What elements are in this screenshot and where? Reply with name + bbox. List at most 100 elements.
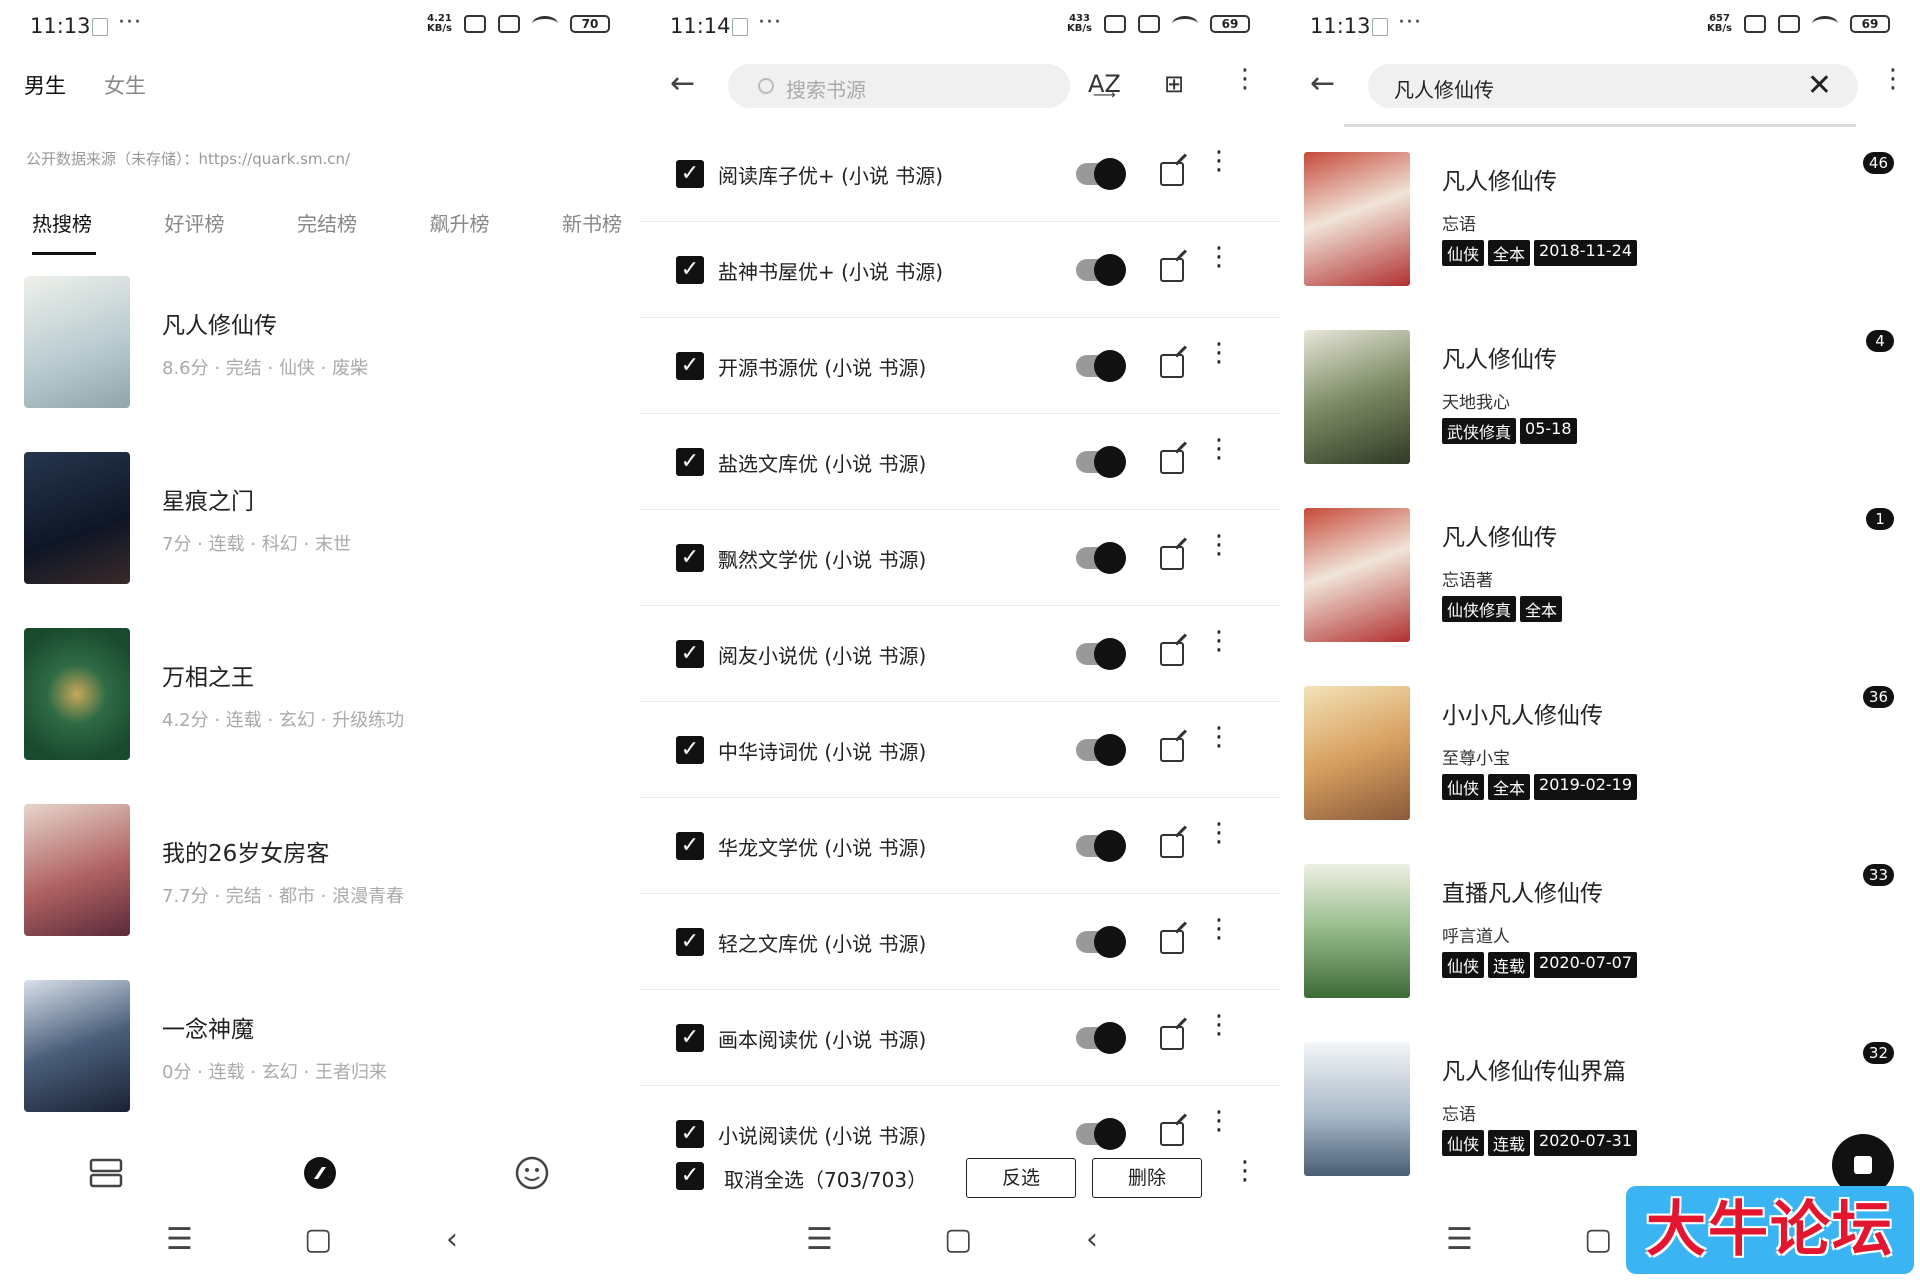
checkbox[interactable]: ✓ bbox=[676, 832, 704, 860]
more-vert-icon[interactable]: ⋮ bbox=[1206, 340, 1232, 366]
enable-toggle[interactable] bbox=[1076, 254, 1126, 286]
more-vert-icon[interactable]: ⋮ bbox=[1206, 916, 1232, 942]
explore-icon[interactable] bbox=[302, 1155, 338, 1191]
more-vert-icon[interactable]: ⋮ bbox=[1206, 628, 1232, 654]
checkbox[interactable]: ✓ bbox=[676, 736, 704, 764]
result-item[interactable]: 直播凡人修仙传 呼言道人 仙侠 连载 2020-07-07 33 bbox=[1304, 864, 1894, 998]
back-icon[interactable]: ‹ bbox=[1086, 1222, 1098, 1257]
enable-toggle[interactable] bbox=[1076, 542, 1126, 574]
checkbox[interactable]: ✓ bbox=[676, 544, 704, 572]
result-item[interactable]: 小小凡人修仙传 至尊小宝 仙侠 全本 2019-02-19 36 bbox=[1304, 686, 1894, 820]
enable-toggle[interactable] bbox=[1076, 830, 1126, 862]
edit-icon[interactable] bbox=[1160, 1026, 1184, 1050]
menu-icon[interactable]: ☰ bbox=[166, 1222, 193, 1257]
checkbox[interactable]: ✓ bbox=[676, 160, 704, 188]
source-search-input[interactable]: 搜索书源 bbox=[728, 64, 1070, 108]
list-item[interactable]: 我的26岁女房客 7.7分 · 完结 · 都市 · 浪漫青春 bbox=[24, 804, 624, 936]
bookshelf-icon[interactable] bbox=[88, 1155, 124, 1191]
edit-icon[interactable] bbox=[1160, 258, 1184, 282]
source-row[interactable]: ✓ 阅友小说优 (小说 书源) ⋮ bbox=[640, 606, 1280, 702]
more-vert-icon[interactable]: ⋮ bbox=[1206, 724, 1232, 750]
more-vert-icon[interactable]: ⋮ bbox=[1232, 1158, 1258, 1184]
menu-icon[interactable]: ☰ bbox=[1446, 1222, 1473, 1257]
enable-toggle[interactable] bbox=[1076, 1022, 1126, 1054]
enable-toggle[interactable] bbox=[1076, 926, 1126, 958]
source-row[interactable]: ✓ 小说阅读优 (小说 书源) ⋮ bbox=[640, 1086, 1280, 1150]
checkbox[interactable]: ✓ bbox=[676, 928, 704, 956]
home-icon[interactable]: ▢ bbox=[944, 1222, 972, 1257]
sort-az-icon[interactable]: A͢Z bbox=[1088, 70, 1121, 98]
tab-rising[interactable]: 飙升榜 bbox=[430, 208, 490, 237]
result-item[interactable]: 凡人修仙传仙界篇 忘语 仙侠 连载 2020-07-31 32 bbox=[1304, 1042, 1894, 1176]
more-vert-icon[interactable]: ⋮ bbox=[1206, 436, 1232, 462]
select-all-label[interactable]: 取消全选（703/703） bbox=[724, 1164, 927, 1193]
profile-icon[interactable] bbox=[514, 1155, 550, 1191]
edit-icon[interactable] bbox=[1160, 738, 1184, 762]
more-vert-icon[interactable]: ⋮ bbox=[1206, 148, 1232, 174]
list-item[interactable]: 凡人修仙传 8.6分 · 完结 · 仙侠 · 废柴 bbox=[24, 276, 624, 408]
more-vert-icon[interactable]: ⋮ bbox=[1206, 244, 1232, 270]
select-all-checkbox[interactable]: ✓ bbox=[676, 1162, 704, 1190]
source-row[interactable]: ✓ 轻之文库优 (小说 书源) ⋮ bbox=[640, 894, 1280, 990]
home-icon[interactable]: ▢ bbox=[304, 1222, 332, 1257]
result-item[interactable]: 凡人修仙传 天地我心 武侠修真 05-18 4 bbox=[1304, 330, 1894, 464]
enable-toggle[interactable] bbox=[1076, 350, 1126, 382]
list-item[interactable]: 万相之王 4.2分 · 连载 · 玄幻 · 升级练功 bbox=[24, 628, 624, 760]
more-vert-icon[interactable]: ⋮ bbox=[1206, 532, 1232, 558]
source-row[interactable]: ✓ 盐选文库优 (小说 书源) ⋮ bbox=[640, 414, 1280, 510]
source-row[interactable]: ✓ 开源书源优 (小说 书源) ⋮ bbox=[640, 318, 1280, 414]
enable-toggle[interactable] bbox=[1076, 638, 1126, 670]
source-row[interactable]: ✓ 画本阅读优 (小说 书源) ⋮ bbox=[640, 990, 1280, 1086]
tab-male[interactable]: 男生 bbox=[24, 70, 66, 100]
source-row[interactable]: ✓ 阅读库子优+ (小说 书源) ⋮ bbox=[640, 126, 1280, 222]
tab-female[interactable]: 女生 bbox=[104, 70, 146, 100]
source-row[interactable]: ✓ 中华诗词优 (小说 书源) ⋮ bbox=[640, 702, 1280, 798]
menu-icon[interactable]: ☰ bbox=[806, 1222, 833, 1257]
home-icon[interactable]: ▢ bbox=[1584, 1222, 1612, 1257]
edit-icon[interactable] bbox=[1160, 354, 1184, 378]
tab-hot[interactable]: 热搜榜 bbox=[32, 208, 92, 237]
checkbox[interactable]: ✓ bbox=[676, 1024, 704, 1052]
clear-icon[interactable]: ✕ bbox=[1807, 68, 1832, 103]
enable-toggle[interactable] bbox=[1076, 1118, 1126, 1150]
edit-icon[interactable] bbox=[1160, 450, 1184, 474]
more-vert-icon[interactable]: ⋮ bbox=[1206, 1108, 1232, 1134]
more-vert-icon[interactable]: ⋮ bbox=[1880, 64, 1906, 94]
back-icon[interactable]: ‹ bbox=[446, 1222, 458, 1257]
edit-icon[interactable] bbox=[1160, 834, 1184, 858]
checkbox[interactable]: ✓ bbox=[676, 256, 704, 284]
edit-icon[interactable] bbox=[1160, 546, 1184, 570]
tab-new[interactable]: 新书榜 bbox=[562, 208, 622, 237]
invert-selection-button[interactable]: 反选 bbox=[966, 1158, 1076, 1198]
tab-completed[interactable]: 完结榜 bbox=[297, 208, 357, 237]
list-item[interactable]: 一念神魔 0分 · 连载 · 玄幻 · 王者归来 bbox=[24, 980, 624, 1112]
checkbox[interactable]: ✓ bbox=[676, 640, 704, 668]
result-item[interactable]: 凡人修仙传 忘语 仙侠 全本 2018-11-24 46 bbox=[1304, 152, 1894, 286]
list-item[interactable]: 星痕之门 7分 · 连载 · 科幻 · 末世 bbox=[24, 452, 624, 584]
enable-toggle[interactable] bbox=[1076, 446, 1126, 478]
back-arrow-icon[interactable]: ← bbox=[1310, 66, 1335, 101]
result-author: 至尊小宝 bbox=[1442, 749, 1510, 769]
more-vert-icon[interactable]: ⋮ bbox=[1206, 820, 1232, 846]
checkbox[interactable]: ✓ bbox=[676, 352, 704, 380]
delete-button[interactable]: 删除 bbox=[1092, 1158, 1202, 1198]
source-row[interactable]: ✓ 华龙文学优 (小说 书源) ⋮ bbox=[640, 798, 1280, 894]
result-item[interactable]: 凡人修仙传 忘语著 仙侠修真 全本 1 bbox=[1304, 508, 1894, 642]
edit-icon[interactable] bbox=[1160, 930, 1184, 954]
enable-toggle[interactable] bbox=[1076, 158, 1126, 190]
source-name: 华龙文学优 (小说 书源) bbox=[718, 836, 927, 860]
group-icon[interactable]: ⊞ bbox=[1164, 70, 1184, 98]
back-arrow-icon[interactable]: ← bbox=[670, 66, 695, 101]
more-vert-icon[interactable]: ⋮ bbox=[1206, 1012, 1232, 1038]
source-row[interactable]: ✓ 盐神书屋优+ (小说 书源) ⋮ bbox=[640, 222, 1280, 318]
edit-icon[interactable] bbox=[1160, 162, 1184, 186]
source-row[interactable]: ✓ 飘然文学优 (小说 书源) ⋮ bbox=[640, 510, 1280, 606]
edit-icon[interactable] bbox=[1160, 642, 1184, 666]
enable-toggle[interactable] bbox=[1076, 734, 1126, 766]
tab-top-rated[interactable]: 好评榜 bbox=[165, 208, 225, 237]
more-vert-icon[interactable]: ⋮ bbox=[1232, 64, 1258, 94]
checkbox[interactable]: ✓ bbox=[676, 448, 704, 476]
edit-icon[interactable] bbox=[1160, 1122, 1184, 1146]
search-input[interactable]: 凡人修仙传 ✕ bbox=[1368, 64, 1858, 108]
checkbox[interactable]: ✓ bbox=[676, 1120, 704, 1148]
